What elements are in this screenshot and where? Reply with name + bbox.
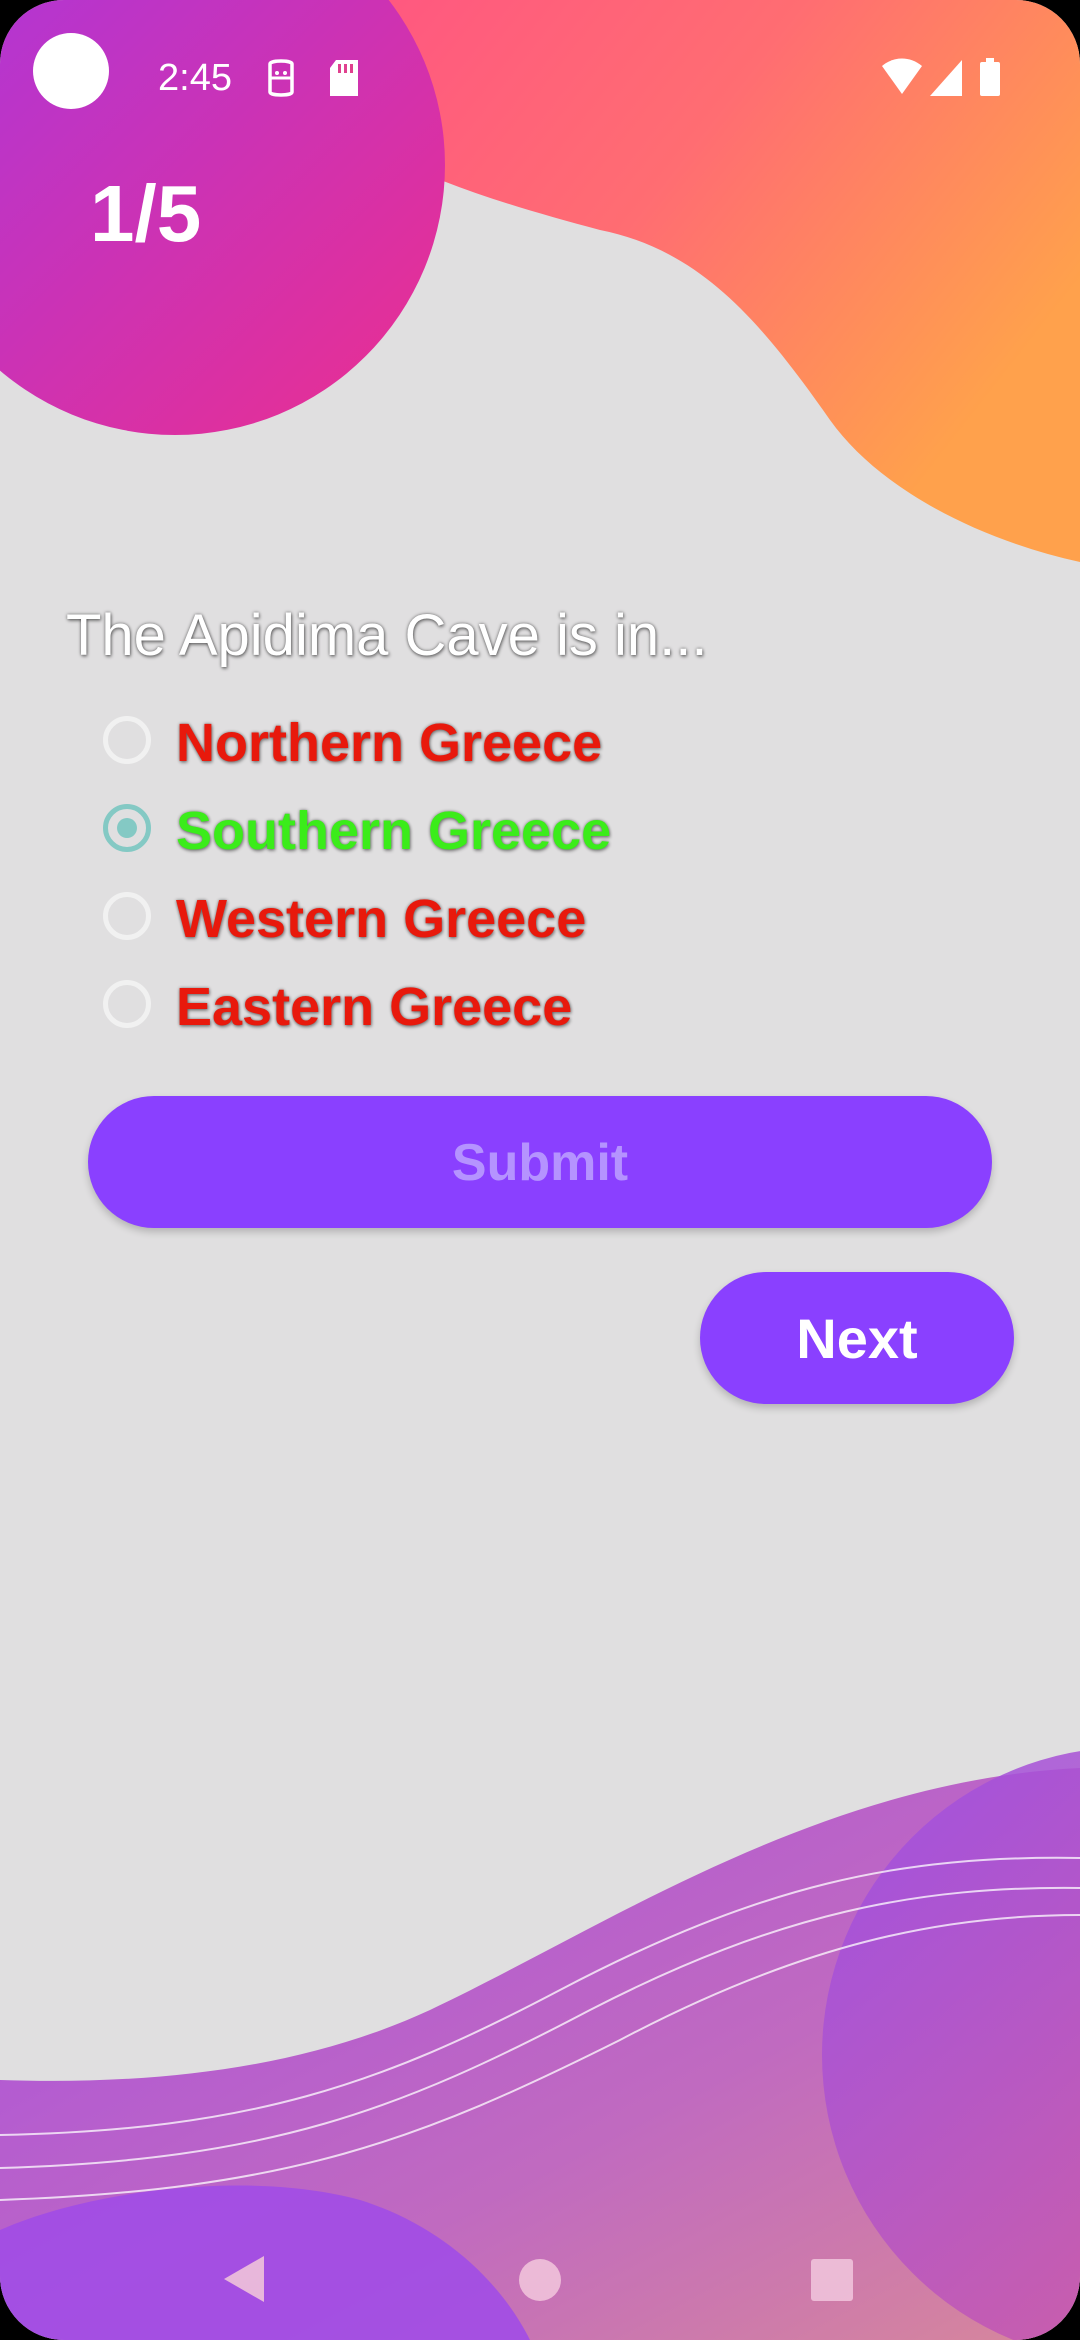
option-southern-greece[interactable]: Southern Greece [103,800,803,888]
camera-cutout [33,33,109,109]
wifi-icon [882,58,922,94]
option-label[interactable]: Eastern Greece [176,976,572,1038]
quiz-screen: 2:45 1/5 The Apidima Cave is in... North… [0,0,1080,2340]
sd-card-icon [330,60,358,96]
status-time: 2:45 [158,57,232,99]
navigation-bar [0,2230,1080,2340]
battery-icon [980,58,1000,96]
radio-button[interactable] [103,892,151,940]
sim-status-icon [268,59,294,97]
status-bar: 2:45 [0,0,1080,170]
option-northern-greece[interactable]: Northern Greece [103,712,803,800]
next-button[interactable]: Next [700,1272,1014,1404]
recents-icon[interactable] [810,2258,854,2302]
radio-button[interactable] [103,980,151,1028]
radio-button[interactable] [103,716,151,764]
back-icon[interactable] [222,2254,266,2304]
home-icon[interactable] [518,2258,562,2302]
option-label[interactable]: Northern Greece [176,712,602,774]
option-western-greece[interactable]: Western Greece [103,888,803,976]
submit-button[interactable]: Submit [88,1096,992,1228]
answer-options: Northern Greece Southern Greece Western … [103,712,803,1064]
question-text: The Apidima Cave is in... [66,603,708,668]
question-progress: 1/5 [90,169,202,258]
radio-button[interactable] [103,804,151,852]
option-label[interactable]: Southern Greece [176,800,611,862]
option-label[interactable]: Western Greece [176,888,586,950]
option-eastern-greece[interactable]: Eastern Greece [103,976,803,1064]
cell-signal-icon [930,60,962,96]
